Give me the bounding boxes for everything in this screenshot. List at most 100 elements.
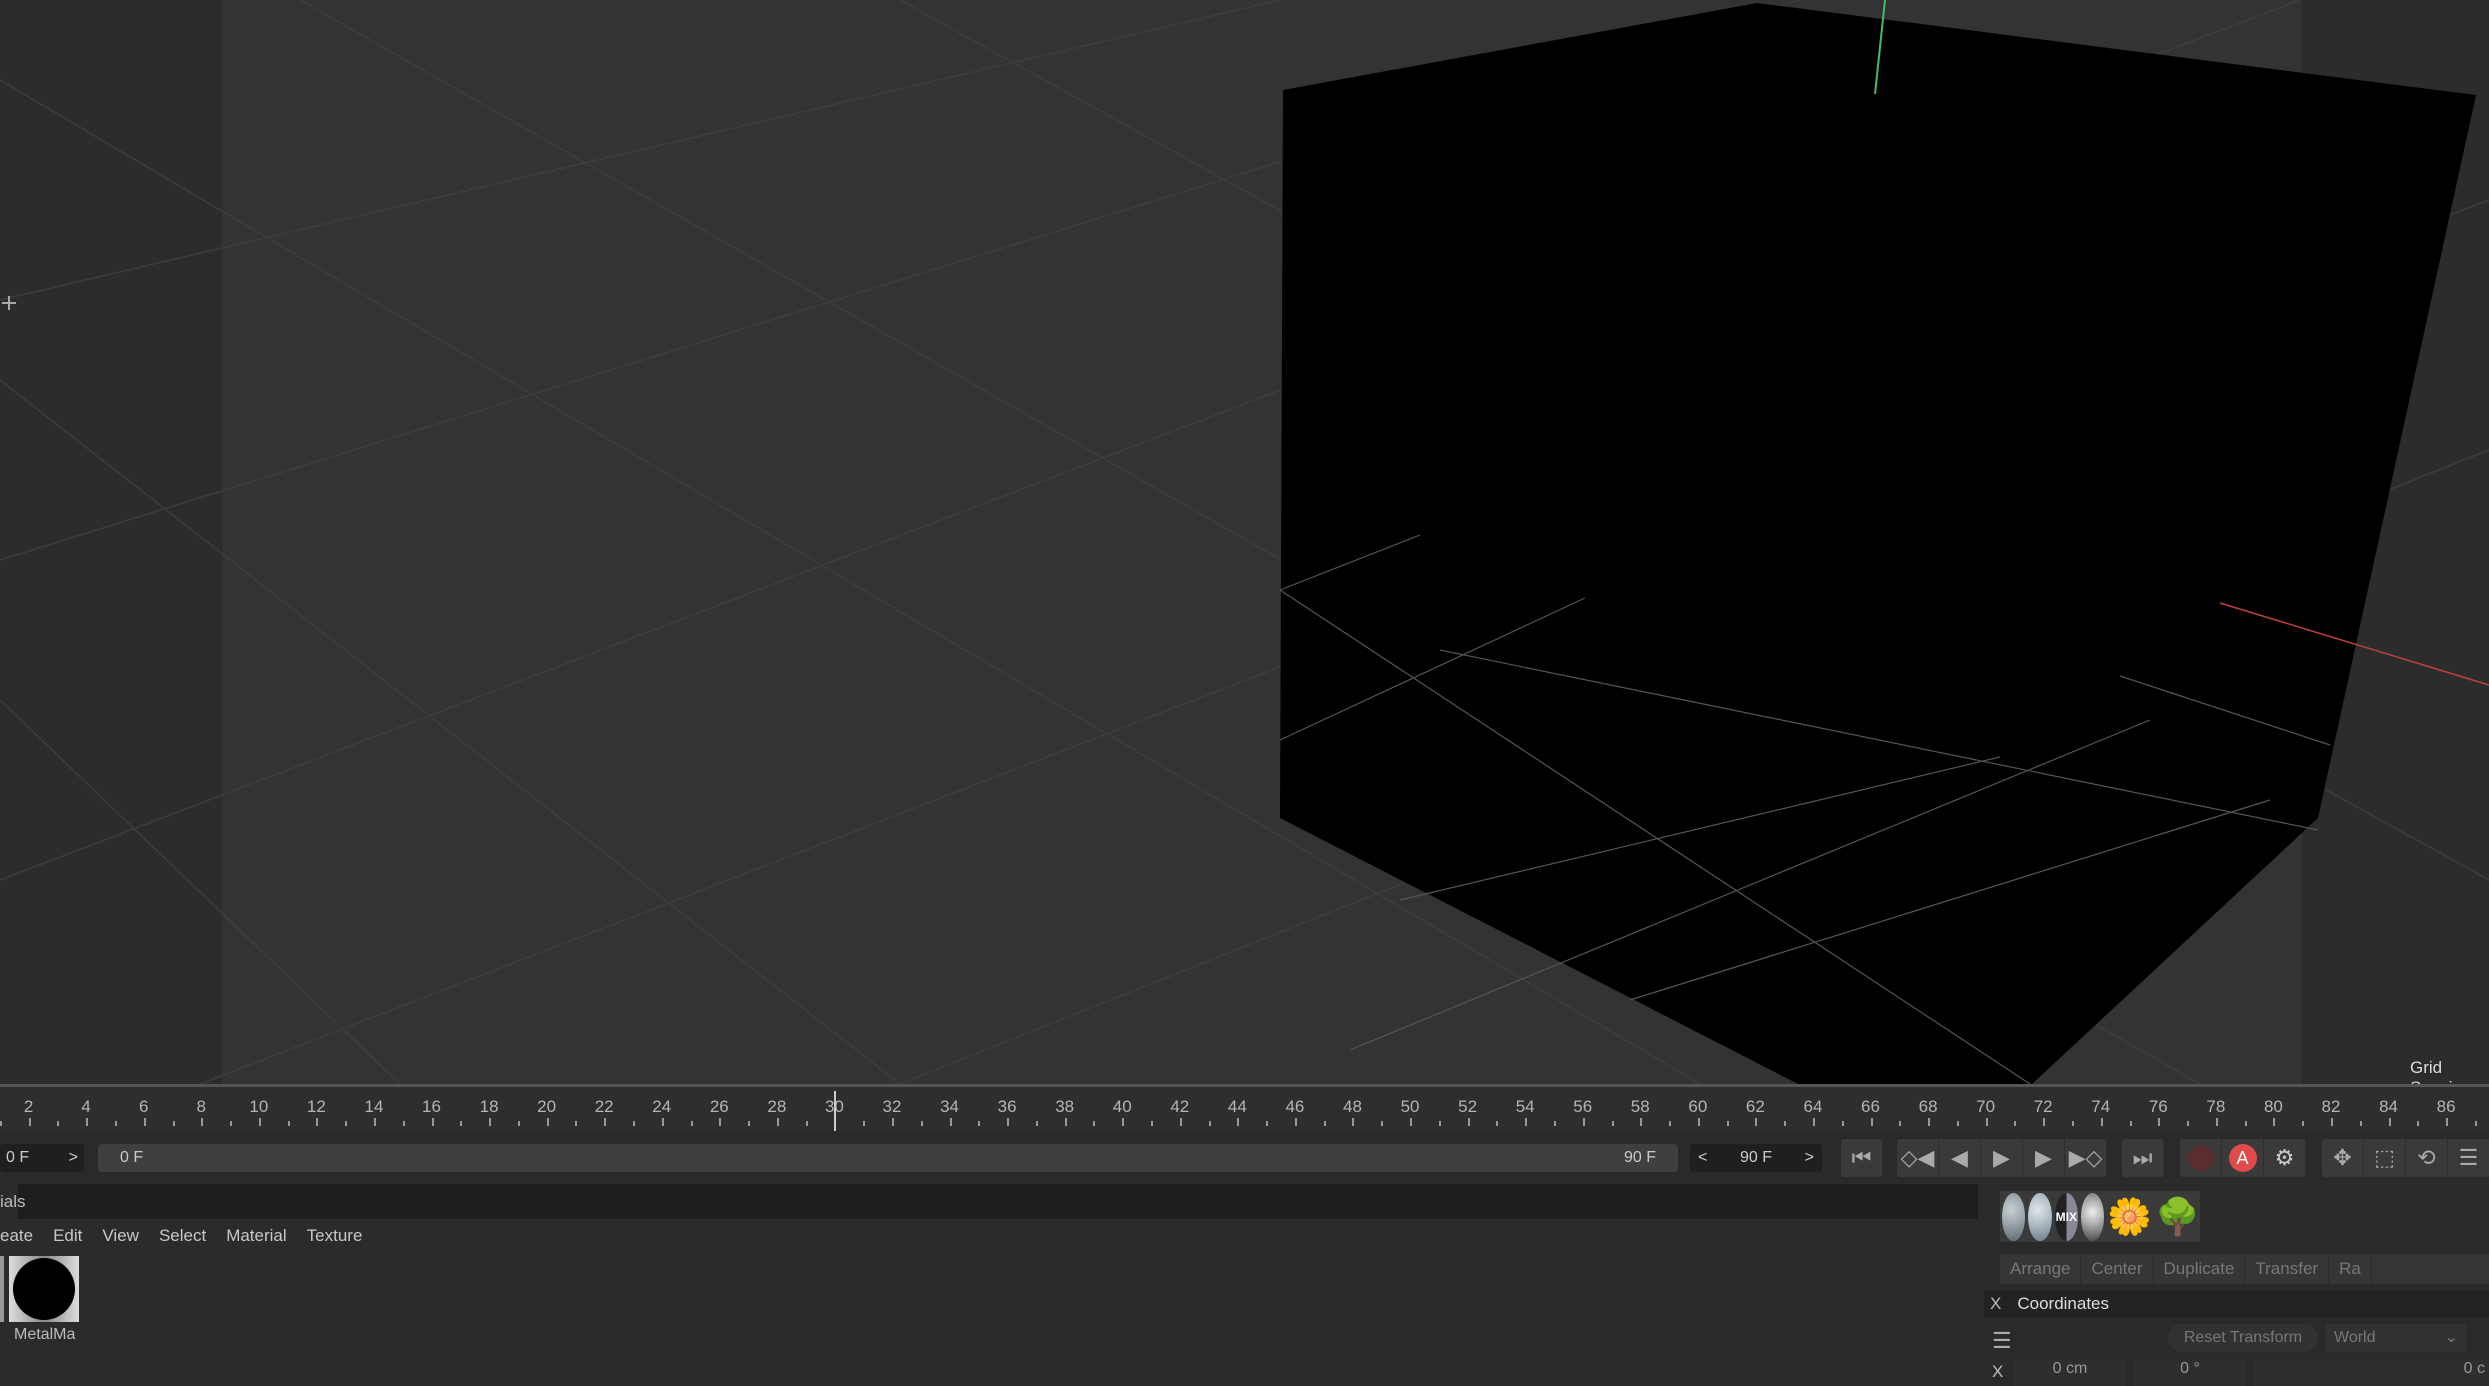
end-frame-value: 90 F [1739, 1149, 1772, 1166]
range-end: 90 F [1623, 1149, 1656, 1166]
goto-end-button[interactable]: ⏭ [2122, 1139, 2164, 1177]
frame-tick [1381, 1121, 1384, 1126]
frame-tick-label: 80 [2263, 1097, 2283, 1116]
coordinate-space-select[interactable]: World ⌄ [2326, 1324, 2466, 1352]
frame-tick-label: 4 [81, 1097, 91, 1116]
3d-viewport[interactable]: Grid Spaci [0, 0, 2489, 1084]
frame-tick-label: 2 [23, 1097, 34, 1116]
next-arrow-icon[interactable]: > [69, 1144, 78, 1172]
flower-icon[interactable]: 🌼 [2107, 1196, 2152, 1238]
frame-tick [2215, 1118, 2218, 1126]
frame-tick [719, 1118, 722, 1126]
key-tools-group: ✥ ⬚ ⟲ ☰ [2322, 1139, 2489, 1177]
prev-arrow-icon[interactable]: < [1698, 1144, 1707, 1172]
next-key-button[interactable]: ▶◇ [2065, 1139, 2107, 1177]
key-scale-button[interactable]: ⬚ [2364, 1139, 2406, 1177]
frame-tick-label: 74 [2091, 1097, 2111, 1116]
position-x-field[interactable]: 0 cm [2014, 1360, 2126, 1386]
coordinates-title: Coordinates [2017, 1294, 2110, 1313]
frame-tick-label: 64 [1803, 1097, 1823, 1116]
frame-tick [1294, 1118, 1297, 1126]
goto-start-button[interactable]: ⏮ [1841, 1139, 1883, 1177]
frame-tick [201, 1118, 204, 1126]
frame-tick-label: 60 [1688, 1097, 1708, 1116]
glossy-material-button[interactable] [2028, 1192, 2052, 1241]
close-icon[interactable]: X [1990, 1294, 2001, 1313]
hamburger-menu-icon[interactable]: ☰ [1992, 1328, 2012, 1354]
timeline-ruler[interactable]: 2468101214161820222426283032343638404244… [0, 1084, 2489, 1131]
frame-tick [86, 1118, 89, 1126]
key-rotation-button[interactable]: ⟲ [2406, 1139, 2448, 1177]
axis-label: X [1992, 1362, 2004, 1381]
frame-tick [489, 1118, 492, 1126]
reset-transform-button[interactable]: Reset Transform [2168, 1324, 2318, 1352]
end-frame-field[interactable]: <90 F > [1690, 1144, 1822, 1172]
duplicate-button[interactable]: Duplicate [2154, 1254, 2246, 1284]
cube-object[interactable] [1280, 3, 2476, 1084]
material-presets-bar: MIX 🌼 🌳 [2000, 1191, 2200, 1242]
material-menu: eate Edit View Select Material Texture [0, 1226, 382, 1246]
frame-tick [690, 1121, 693, 1126]
next-arrow-icon[interactable]: > [1805, 1144, 1814, 1172]
menu-view[interactable]: View [102, 1226, 139, 1245]
frame-tick [2043, 1118, 2046, 1126]
frame-tick [114, 1121, 117, 1126]
randomize-button[interactable]: Ra [2329, 1254, 2372, 1284]
frame-tick-label: 28 [767, 1097, 787, 1116]
menu-texture[interactable]: Texture [307, 1226, 363, 1245]
frame-tick [1266, 1121, 1269, 1126]
playhead[interactable] [834, 1091, 837, 1131]
mix-material-button[interactable]: MIX [2054, 1192, 2078, 1241]
menu-create[interactable]: eate [0, 1226, 33, 1245]
play-button[interactable]: ▶ [1981, 1139, 2023, 1177]
material-thumb-partial[interactable] [0, 1256, 4, 1322]
chrome-material-button[interactable] [2080, 1192, 2105, 1241]
transfer-button[interactable]: Transfer [2245, 1254, 2330, 1284]
frame-tick [1151, 1121, 1154, 1126]
rotation-x-field[interactable]: 0 ° [2134, 1360, 2246, 1386]
center-button[interactable]: Center [2081, 1254, 2154, 1284]
frame-tick-label: 76 [2148, 1097, 2168, 1116]
frame-tick [1870, 1118, 1873, 1126]
frame-tick [1841, 1121, 1844, 1126]
standard-material-button[interactable] [2002, 1192, 2026, 1241]
prev-frame-button[interactable]: ◀ [1939, 1139, 1981, 1177]
current-frame-field[interactable]: 0 F > [0, 1144, 84, 1172]
frame-tick [805, 1121, 808, 1126]
menu-material[interactable]: Material [226, 1226, 286, 1245]
arrange-button[interactable]: Arrange [2000, 1254, 2082, 1284]
frame-tick [1899, 1121, 1902, 1126]
settings-button[interactable]: ⚙ [2264, 1139, 2306, 1177]
key-params-button[interactable]: ☰ [2448, 1139, 2489, 1177]
autokey-button[interactable]: A [2222, 1139, 2264, 1177]
key-position-button[interactable]: ✥ [2322, 1139, 2364, 1177]
next-frame-button[interactable]: ▶ [2023, 1139, 2065, 1177]
scale-x-field[interactable]: 0 c [2254, 1360, 2489, 1386]
frame-tick [604, 1118, 607, 1126]
frame-tick-label: 70 [1976, 1097, 1996, 1116]
frame-tick [1582, 1118, 1585, 1126]
frame-tick [546, 1118, 549, 1126]
frame-tick [1611, 1121, 1614, 1126]
materials-tab[interactable]: ials [0, 1184, 26, 1219]
material-thumb[interactable] [9, 1256, 79, 1322]
frame-tick [143, 1118, 146, 1126]
frame-tick-label: 12 [306, 1097, 326, 1116]
frame-tick [1035, 1121, 1038, 1126]
frame-tick-label: 46 [1285, 1097, 1305, 1116]
frame-tick [2244, 1121, 2247, 1126]
frame-tick [1553, 1121, 1556, 1126]
frame-tick [2359, 1121, 2362, 1126]
frame-range-slider[interactable]: 0 F 90 F [98, 1144, 1678, 1172]
material-manager: ials eate Edit View Select Material Texture M… [0, 1184, 1978, 1386]
prev-key-button[interactable]: ◇◀ [1897, 1139, 1939, 1177]
frame-tick [1208, 1121, 1211, 1126]
menu-select[interactable]: Select [159, 1226, 206, 1245]
range-start: 0 F [120, 1149, 144, 1166]
menu-edit[interactable]: Edit [53, 1226, 82, 1245]
frame-tick-label: 16 [422, 1097, 441, 1116]
record-key-button[interactable] [2180, 1139, 2222, 1177]
frame-tick-label: 66 [1861, 1097, 1880, 1116]
tree-icon[interactable]: 🌳 [2155, 1196, 2200, 1238]
frame-tick [1323, 1121, 1326, 1126]
